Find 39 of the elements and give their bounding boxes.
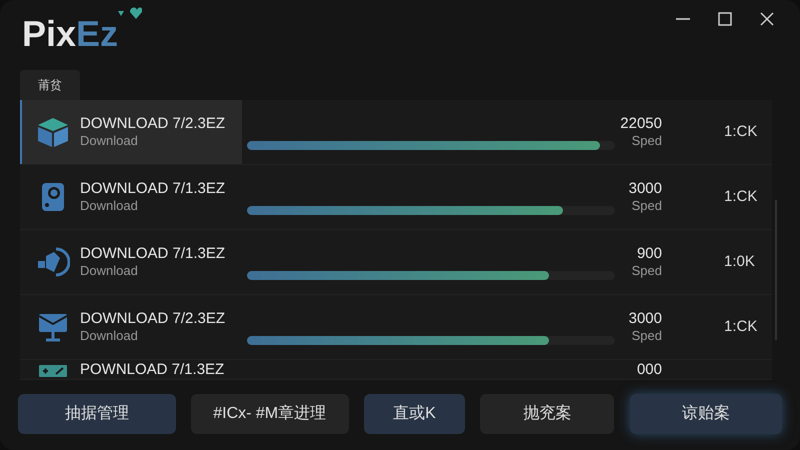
download-title: DOWNLOAD 7/1.3EZ [80,180,226,198]
device-icon [36,362,70,376]
download-title: DOWNLOAD 7/2.3EZ [80,115,226,133]
row-item[interactable]: POWNLOAD 7/1.3EZ [20,360,242,379]
speed-value: 22050 [620,115,662,133]
row-item[interactable]: DOWNLOAD 7/1.3EZ Download [20,230,242,294]
speed-value: 3000 [628,310,662,328]
row-item[interactable]: DOWNLOAD 7/2.3EZ Download [20,295,242,359]
cube-icon [36,246,70,278]
status-text: 1:CK [724,188,758,205]
download-subtitle: Download [80,328,139,344]
download-title: DOWNLOAD 7/2.3EZ [80,310,226,328]
download-subtitle: Download [80,198,139,214]
speed-unit: Sped [632,133,662,149]
row-item[interactable]: DOWNLOAD 7/1.3EZ Download [20,165,242,229]
action-button[interactable]: #ICx- #M章进理 [190,394,349,434]
box-icon [36,116,70,148]
status-text: 1:0K [724,253,755,270]
monitor-icon [36,311,70,343]
status-text: 1:CK [724,123,758,140]
speed-unit: Sped [632,198,662,214]
selected-row-highlight[interactable]: DOWNLOAD 7/2.3EZ Download [20,100,242,164]
download-subtitle: Download [80,263,139,279]
action-button[interactable]: 抽据管理 [18,394,176,434]
download-title: DOWNLOAD 7/1.3EZ [80,245,226,263]
speed-value: 3000 [628,180,662,198]
speed-value: 900 [636,245,662,263]
action-button[interactable]: 抛兖案 [480,394,614,434]
speed-unit: Sped [632,328,662,344]
status-text: 1:CK [724,318,758,335]
action-button[interactable]: 直或K [364,394,466,434]
action-button[interactable]: 谅贻案 [630,394,782,434]
tab[interactable]: 莆贫 [20,70,80,100]
download-subtitle: Download [80,133,139,149]
logo-text: Ez [76,16,118,52]
speed-unit: Sped [632,263,662,279]
download-title: POWNLOAD 7/1.3EZ [80,360,224,378]
speed-value: 000 [636,361,662,379]
logo-text: Pix [22,16,76,52]
